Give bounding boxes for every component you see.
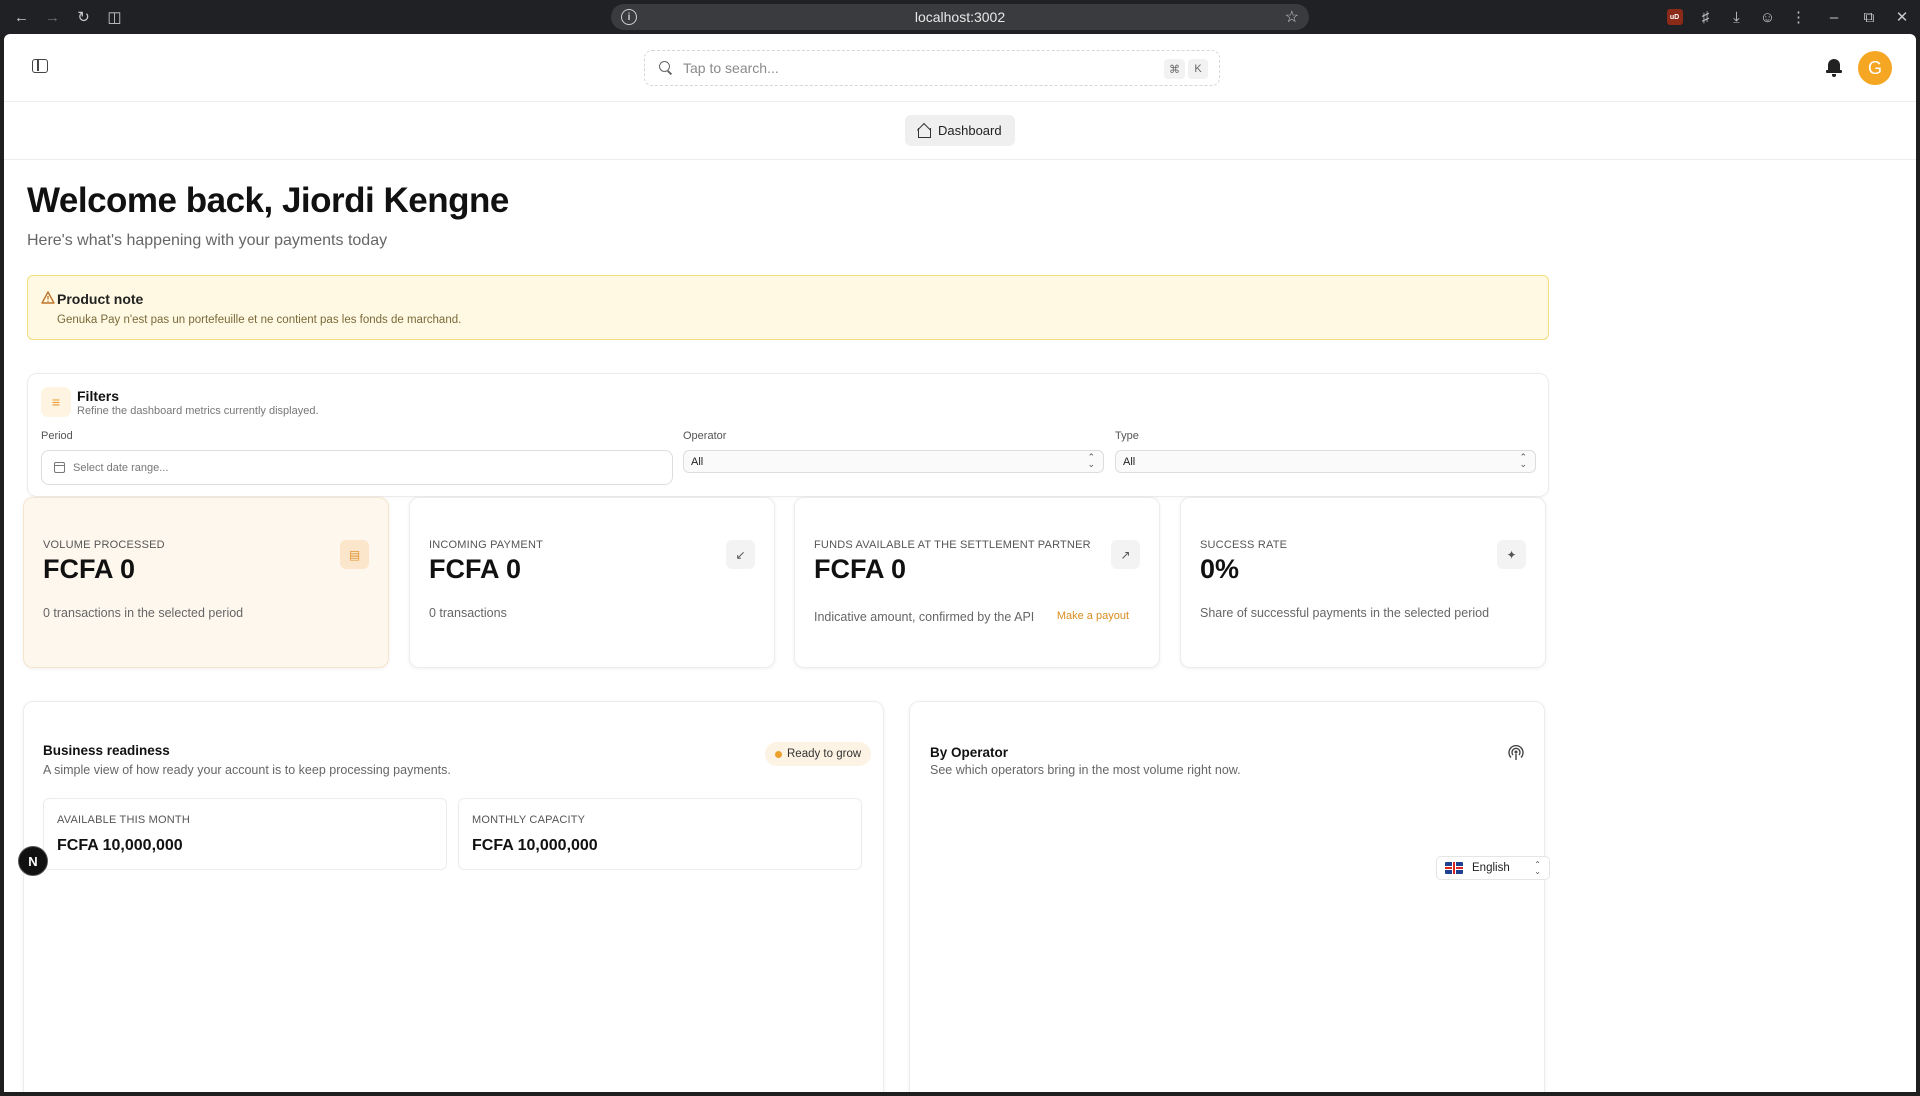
chevron-updown-icon: ⌃ ⌄ [1087,452,1095,469]
sidebar-toggle-icon[interactable] [32,59,48,73]
stat-volume-processed: VOLUME PROCESSED FCFA 0 0 transactions i… [23,497,389,668]
filters-subtitle: Refine the dashboard metrics currently d… [77,405,319,417]
stat-desc: 0 transactions in the selected period [43,606,244,620]
arrow-down-left-icon: ↙ [726,540,755,569]
forward-icon[interactable]: → [37,3,68,31]
ublock-icon[interactable]: uD [1659,3,1690,31]
type-value: All [1123,455,1136,468]
chevron-updown-icon: ⌃ ⌄ [1534,860,1541,876]
search-placeholder: Tap to search... [683,60,779,76]
uk-flag-icon [1445,862,1463,874]
make-payout-link[interactable]: Make a payout [1057,610,1129,622]
business-readiness-panel: Business readiness A simple view of how … [23,701,884,1092]
filters-title: Filters [77,388,120,404]
url-text: localhost:3002 [914,9,1006,25]
shortcut-mod-key: ⌘ [1164,59,1185,79]
monthly-capacity-card: MONTHLY CAPACITY FCFA 10,000,000 [458,798,862,870]
sparkles-icon: ✦ [1497,540,1526,569]
product-note: Product note Genuka Pay n'est pas un por… [27,275,1549,340]
note-title: Product note [57,291,144,307]
available-value: FCFA 10,000,000 [57,837,183,854]
note-body: Genuka Pay n'est pas un portefeuille et … [57,314,462,326]
operator-value: All [691,455,704,468]
stat-value: FCFA 0 [429,554,522,584]
stat-label: FUNDS AVAILABLE AT THE SETTLEMENT PARTNE… [814,539,1091,551]
stat-value: FCFA 0 [814,554,907,584]
operator-select[interactable]: All ⌃ ⌄ [683,450,1104,473]
stat-label: INCOMING PAYMENT [429,539,544,551]
date-range-picker[interactable]: Select date range... [41,450,673,485]
extensions-icon[interactable]: ♯ [1690,3,1721,31]
operator-panel-subtitle: See which operators bring in the most vo… [930,763,1241,777]
calendar-icon [54,462,65,473]
menu-icon[interactable]: ⋮ [1783,3,1814,31]
period-label: Period [41,430,73,442]
app-page: Tap to search... ⌘ K G Dashboard Welcome… [4,34,1916,1092]
stat-desc: 0 transactions [429,606,507,620]
stat-incoming-payment: INCOMING PAYMENT FCFA 0 0 transactions ↙ [409,497,775,668]
capacity-label: MONTHLY CAPACITY [472,814,586,826]
address-bar[interactable]: i localhost:3002 ☆ [611,4,1309,30]
broadcast-icon [1508,745,1524,760]
warning-icon [41,291,55,304]
language-select[interactable]: English ⌃ ⌄ [1436,856,1550,880]
available-this-month-card: AVAILABLE THIS MONTH FCFA 10,000,000 [43,798,447,870]
search-input[interactable]: Tap to search... ⌘ K [644,50,1220,86]
star-icon[interactable]: ☆ [1285,7,1299,27]
breadcrumb-dashboard[interactable]: Dashboard [905,115,1015,146]
info-icon[interactable]: i [621,9,637,25]
breadcrumb-label: Dashboard [938,123,1002,138]
shortcut-k-key: K [1188,59,1208,79]
stat-value: FCFA 0 [43,554,136,584]
split-view-icon[interactable]: ◫ [99,3,130,31]
stat-label: VOLUME PROCESSED [43,539,165,551]
wallet-icon: ▤ [340,540,369,569]
back-icon[interactable]: ← [6,3,37,31]
browser-toolbar: ← → ↻ ◫ i localhost:3002 ☆ uD ♯ ⤓ ☺ ⋮ – … [0,0,1920,34]
page-subtitle: Here's what's happening with your paymen… [27,232,388,249]
app-header: Tap to search... ⌘ K G [4,34,1916,102]
close-icon[interactable]: ✕ [1884,3,1920,31]
operator-label: Operator [683,430,727,442]
stat-success-rate: SUCCESS RATE 0% Share of successful paym… [1180,497,1546,668]
search-icon [659,61,673,75]
sliders-icon: ≡ [41,387,71,417]
download-icon[interactable]: ⤓ [1721,3,1752,31]
language-value: English [1472,862,1510,874]
stat-value: 0% [1200,554,1240,584]
status-badge: Ready to grow [765,742,872,766]
home-icon [917,124,931,138]
type-select[interactable]: All ⌃ ⌄ [1115,450,1536,473]
breadcrumb: Dashboard [4,102,1916,160]
minimize-icon[interactable]: – [1814,3,1854,31]
bell-icon[interactable] [1826,59,1842,77]
profile-icon[interactable]: ☺ [1752,3,1783,31]
readiness-title: Business readiness [43,743,170,758]
page-title: Welcome back, Jiordi Kengne [27,181,509,220]
by-operator-panel: By Operator See which operators bring in… [909,701,1545,1092]
capacity-value: FCFA 10,000,000 [472,837,598,854]
readiness-subtitle: A simple view of how ready your account … [43,763,451,777]
available-label: AVAILABLE THIS MONTH [57,814,190,826]
avatar[interactable]: G [1858,51,1892,85]
stat-label: SUCCESS RATE [1200,539,1288,551]
stat-desc: Share of successful payments in the sele… [1200,606,1490,620]
stat-desc: Indicative amount, confirmed by the API [814,610,1035,624]
date-range-placeholder: Select date range... [73,461,169,474]
arrow-up-right-icon: ↗ [1111,540,1140,569]
operator-panel-title: By Operator [930,745,1009,760]
chevron-updown-icon: ⌃ ⌄ [1519,452,1527,469]
dev-tools-badge[interactable]: N [18,846,48,876]
filters-card: ≡ Filters Refine the dashboard metrics c… [27,373,1549,497]
restore-icon[interactable]: ⧉ [1854,3,1884,31]
stat-funds-available: FUNDS AVAILABLE AT THE SETTLEMENT PARTNE… [794,497,1160,668]
reload-icon[interactable]: ↻ [68,3,99,31]
type-label: Type [1115,430,1139,442]
